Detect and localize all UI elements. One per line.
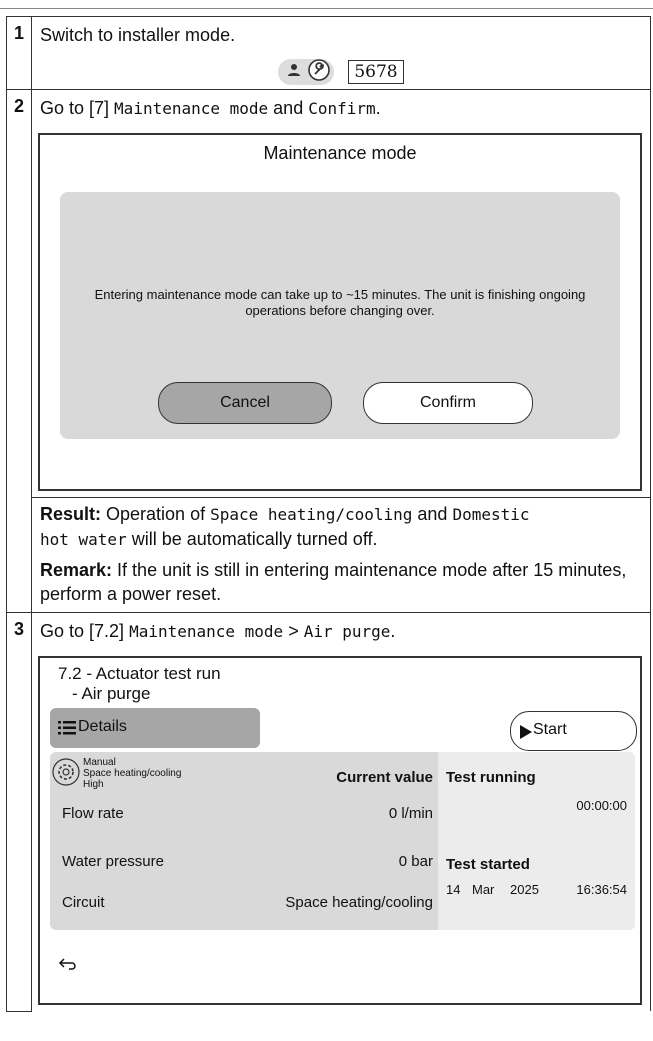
step-1-text: Switch to installer mode. xyxy=(40,25,236,45)
wrench-icon xyxy=(308,58,331,86)
top-rule xyxy=(0,8,653,9)
start-time: 16:36:54 xyxy=(576,882,627,897)
water-pressure-label: Water pressure xyxy=(62,853,164,870)
cancel-button[interactable]: Cancel xyxy=(158,382,332,424)
air-purge-screen: 7.2 - Actuator test run - Air purge Deta… xyxy=(38,656,642,1005)
step-1-row: 1 Switch to installer mode. 5678 xyxy=(6,16,651,90)
status-card: Manual Space heating/cooling High Curren… xyxy=(50,752,635,930)
start-day: 14 xyxy=(446,882,461,897)
remark-note: Remark: If the unit is still in entering… xyxy=(40,560,627,604)
screen-title: Maintenance mode xyxy=(263,143,417,163)
start-month: Mar xyxy=(472,882,495,897)
confirm-button[interactable]: Confirm xyxy=(363,382,533,424)
elapsed-time: 00:00:00 xyxy=(576,798,627,813)
dialog-message: Entering maintenance mode can take up to… xyxy=(94,287,586,318)
details-button[interactable]: Details xyxy=(50,708,260,748)
start-label: Start xyxy=(533,721,567,738)
test-running-label: Test running xyxy=(446,769,536,786)
screen-title: 7.2 - Actuator test run - Air purge xyxy=(58,664,221,703)
step-3-text: Go to [7.2] Maintenance mode > Air purge… xyxy=(40,621,396,641)
test-status-panel: Test running 00:00:00 Test started 14 Ma… xyxy=(438,752,635,930)
step-number: 1 xyxy=(6,16,32,90)
list-icon xyxy=(58,720,76,741)
play-icon xyxy=(520,723,532,744)
current-value-header: Current value xyxy=(336,769,433,786)
start-year: 2025 xyxy=(510,882,539,897)
step-number: 2 xyxy=(6,89,32,613)
maintenance-mode-screen: Maintenance mode Entering maintenance mo… xyxy=(38,133,642,491)
gear-icon[interactable] xyxy=(52,758,80,791)
installer-code: 5678 xyxy=(348,60,404,84)
step-number: 3 xyxy=(6,612,32,1012)
start-button[interactable]: Start xyxy=(510,711,637,751)
circuit-value: Space heating/cooling xyxy=(285,894,433,911)
mode-toggle[interactable] xyxy=(278,58,335,86)
back-arrow-icon[interactable] xyxy=(58,956,78,977)
test-started-label: Test started xyxy=(446,856,530,873)
flow-rate-label: Flow rate xyxy=(62,805,124,822)
water-pressure-value: 0 bar xyxy=(398,853,433,870)
mode-summary: Manual Space heating/cooling High xyxy=(83,757,182,790)
user-icon xyxy=(286,62,302,83)
result-note: Result: Operation of Space heating/cooli… xyxy=(32,497,650,558)
dialog-box: Entering maintenance mode can take up to… xyxy=(60,192,620,439)
step-2-row: 2 Go to [7] Maintenance mode and Confirm… xyxy=(6,89,651,613)
step-3-row: 3 Go to [7.2] Maintenance mode > Air pur… xyxy=(6,612,651,1012)
step-2-text: Go to [7] Maintenance mode and Confirm. xyxy=(40,98,381,118)
details-label: Details xyxy=(78,718,127,735)
steps-table: 1 Switch to installer mode. 5678 2 Go to… xyxy=(6,16,651,1012)
flow-rate-value: 0 l/min xyxy=(388,805,433,822)
circuit-label: Circuit xyxy=(62,894,105,911)
